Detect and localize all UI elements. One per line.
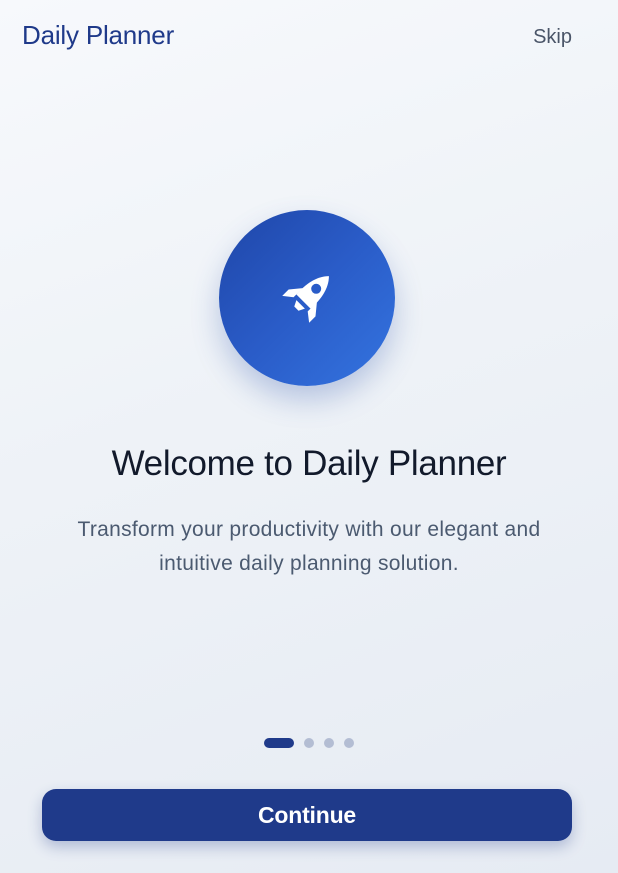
page-dot-4[interactable] <box>344 738 354 748</box>
rocket-icon <box>272 263 342 333</box>
page-dot-2[interactable] <box>304 738 314 748</box>
hero-icon-circle <box>219 210 395 386</box>
page-indicator <box>0 738 618 748</box>
skip-button[interactable]: Skip <box>533 26 572 49</box>
continue-button[interactable]: Continue <box>42 789 572 841</box>
app-title: Daily Planner <box>22 20 175 50</box>
page-dot-3[interactable] <box>324 738 334 748</box>
page-dot-1[interactable] <box>264 738 294 748</box>
welcome-description: Transform your productivity with our ele… <box>77 518 541 575</box>
welcome-title: Welcome to Daily Planner <box>111 444 507 483</box>
header: Daily Planner Skip <box>0 0 618 76</box>
